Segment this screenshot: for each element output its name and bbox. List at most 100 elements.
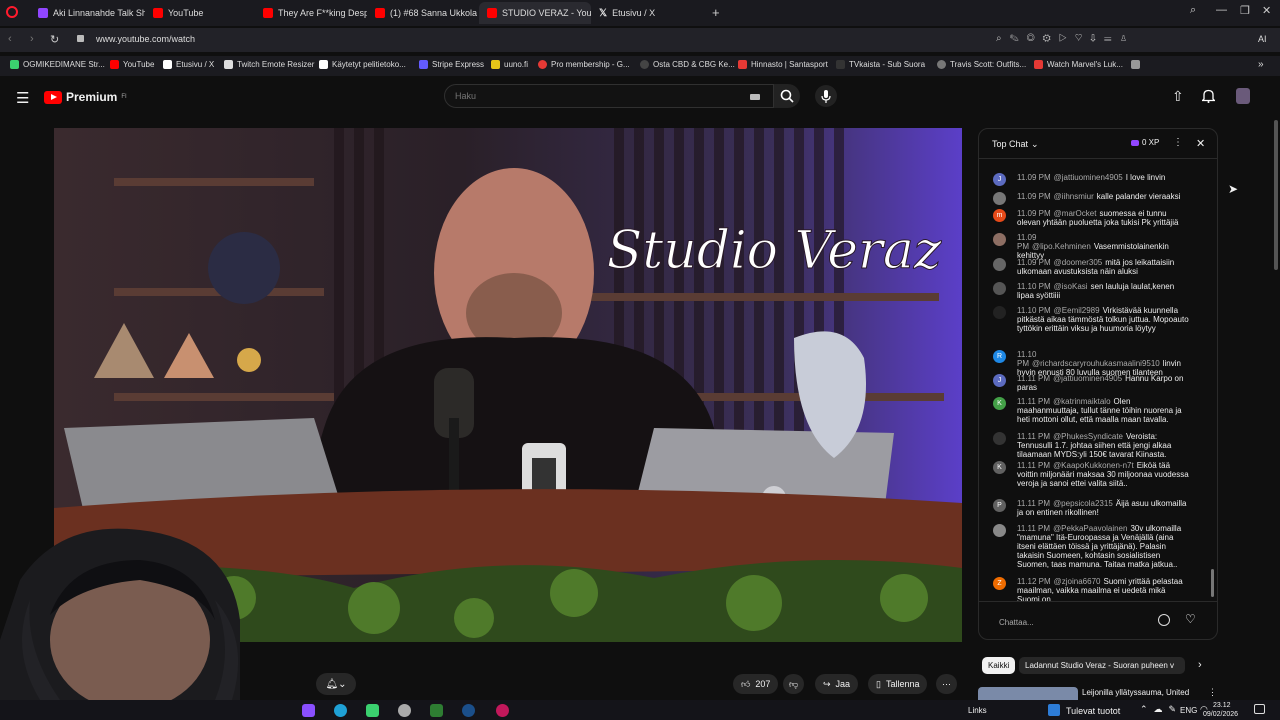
chat-author[interactable]: @katrinmaiktalo — [1053, 397, 1110, 406]
chat-author[interactable]: @richardscaryrouhukasmaalini9510 — [1032, 359, 1160, 368]
chat-avatar[interactable] — [993, 306, 1006, 319]
chat-author[interactable]: @jattiuominen4905 — [1054, 173, 1123, 182]
steam-icon[interactable] — [462, 704, 475, 717]
bookmark-item[interactable]: Stripe Express — [419, 60, 484, 69]
chevron-right-icon[interactable]: › — [1198, 659, 1202, 671]
maximize-icon[interactable]: ❐ — [1240, 4, 1250, 17]
chat-author[interactable]: @jattiuominen4905 — [1053, 374, 1122, 383]
close-window-icon[interactable]: ✕ — [1262, 4, 1271, 17]
chat-author[interactable]: @isoKasi — [1054, 282, 1088, 291]
chat-author[interactable]: @PhukesSyndicate — [1053, 432, 1123, 441]
weather-widget-icon[interactable] — [1048, 704, 1060, 716]
browser-tab[interactable]: Aki Linnanahde Talk Show — [30, 2, 145, 24]
youtube-premium-logo[interactable]: Premium FI — [44, 90, 127, 104]
clock-time[interactable]: 23.12 — [1213, 702, 1231, 709]
url-field[interactable]: www.youtube.com/watch — [96, 34, 195, 44]
chat-avatar[interactable] — [993, 282, 1006, 295]
chat-author[interactable]: @pepsicola2315 — [1053, 499, 1113, 508]
bookmarks-overflow-icon[interactable]: » — [1258, 59, 1264, 70]
recommendation-thumbnail[interactable] — [978, 687, 1078, 700]
chat-avatar[interactable]: J — [993, 374, 1006, 387]
bookmark-item[interactable]: Pro membership - G... — [538, 60, 630, 69]
heart-icon[interactable]: ♡ — [1185, 612, 1196, 626]
ai-icon[interactable]: AI — [1258, 34, 1267, 44]
save-button[interactable]: ▯ Tallenna — [868, 674, 928, 694]
chat-avatar[interactable]: m — [993, 209, 1006, 222]
chat-author[interactable]: @lipo.Kehminen — [1032, 242, 1091, 251]
keyboard-icon[interactable] — [750, 94, 760, 100]
more-options-icon[interactable]: ⋮ — [1173, 137, 1183, 148]
chat-input[interactable]: Chattaa... — [999, 618, 1034, 627]
emoji-icon[interactable] — [1158, 614, 1170, 626]
bookmark-item[interactable]: Travis Scott: Outfits... — [937, 60, 1026, 69]
dislike-button[interactable]: 👎︎ — [783, 674, 805, 694]
browser-tab[interactable]: YouTube — [145, 2, 255, 24]
recommendation-title[interactable]: Leijonilla yllätyssauma, United — [1082, 688, 1189, 697]
search-input[interactable] — [455, 91, 735, 101]
bookmark-item[interactable]: uuno.fi — [491, 60, 528, 69]
notification-bell-toggle[interactable]: 🔔︎⌄ — [316, 673, 356, 695]
chat-avatar[interactable]: P — [993, 499, 1006, 512]
chat-avatar[interactable]: J — [993, 173, 1006, 186]
edge-icon[interactable] — [334, 704, 347, 717]
menu-icon[interactable]: ☰ — [16, 89, 29, 107]
bookmark-item[interactable]: Watch Marvel's Luk... — [1131, 60, 1140, 69]
chat-author[interactable]: @PekkaPaavolainen — [1053, 524, 1127, 533]
bookmark-item[interactable]: TVkaista - Sub Suora — [836, 60, 925, 69]
chat-avatar[interactable]: Z — [993, 577, 1006, 590]
extensions-icons[interactable]: ⌕✎◎⚙▷♡⇩☰♙ — [996, 33, 1136, 44]
taskbar-app-icon[interactable] — [302, 704, 315, 717]
top-chat-dropdown[interactable]: Top Chat ⌄ — [992, 139, 1039, 150]
bookmark-item[interactable]: Osta CBD & CBG Ke... — [640, 60, 735, 69]
chat-author[interactable]: @doomer305 — [1054, 258, 1103, 267]
language-indicator[interactable]: ENG — [1180, 706, 1197, 715]
search-tabs-icon[interactable]: ⌕ — [1190, 4, 1196, 17]
chat-avatar[interactable] — [993, 233, 1006, 246]
page-scrollbar[interactable] — [1274, 120, 1278, 270]
bookmark-item[interactable]: Hinnasto | Santasport — [738, 60, 828, 69]
search-button[interactable] — [774, 84, 800, 108]
bookmark-item[interactable]: Etusivu / X — [163, 60, 214, 69]
back-icon[interactable]: ‹ — [8, 33, 12, 45]
tray-icons[interactable]: ⌃☁✎ — [1140, 704, 1182, 715]
minimize-icon[interactable]: — — [1216, 4, 1227, 16]
chat-avatar[interactable]: K — [993, 461, 1006, 474]
chat-author[interactable]: @marOcket — [1054, 209, 1097, 218]
chat-avatar[interactable] — [993, 192, 1006, 205]
bookmark-item[interactable]: OGMIKEDIMANE Str... — [10, 60, 105, 69]
chat-author[interactable]: @iihnsmiur — [1054, 192, 1094, 201]
chip-all[interactable]: Kaikki — [982, 657, 1016, 674]
links-label[interactable]: Links — [968, 706, 987, 715]
chat-avatar[interactable] — [993, 432, 1006, 445]
taskbar-app-icon[interactable] — [366, 704, 379, 717]
bookmark-item[interactable]: Twitch Emote Resizer — [224, 60, 314, 69]
chat-avatar[interactable]: R — [993, 350, 1006, 363]
chip-channel[interactable]: Ladannut Studio Veraz - Suoran puheen v — [1019, 657, 1185, 674]
voice-search-button[interactable] — [815, 85, 837, 107]
recommendation-menu-icon[interactable]: ⋮ — [1208, 687, 1217, 698]
forward-icon[interactable]: › — [30, 33, 34, 45]
chat-author[interactable]: @Eemil2989 — [1054, 306, 1100, 315]
upload-icon[interactable]: ⇧ — [1172, 88, 1184, 105]
notifications-bell-icon[interactable] — [1202, 89, 1215, 103]
bookmark-item[interactable]: YouTube — [110, 60, 154, 69]
weather-widget-label[interactable]: Tulevat tuotot — [1066, 706, 1120, 716]
like-button[interactable]: 👍︎ 207 — [733, 674, 779, 694]
chat-scrollbar[interactable] — [1211, 569, 1214, 597]
browser-tab[interactable]: 𝕏 Etusivu / X — [591, 2, 703, 24]
chat-avatar[interactable] — [993, 258, 1006, 271]
opera-taskbar-icon[interactable] — [496, 704, 509, 717]
opera-logo-icon[interactable] — [6, 6, 18, 18]
bookmark-item[interactable]: Käytetyt pelitietoko... — [319, 60, 406, 69]
chat-avatar[interactable]: K — [993, 397, 1006, 410]
browser-tab-active[interactable]: STUDIO VERAZ - YouT — [479, 2, 591, 24]
browser-tab[interactable]: They Are F**king Desperat — [255, 2, 367, 24]
xp-badge[interactable]: 0 XP — [1131, 138, 1159, 147]
share-button[interactable]: ↪ Jaa — [815, 674, 859, 694]
browser-tab[interactable]: (1) #68 Sanna Ukkola - Yo — [367, 2, 479, 24]
bookmark-item[interactable]: Watch Marvel's Luk... — [1034, 60, 1123, 69]
taskbar-play-icon[interactable] — [430, 704, 443, 717]
notifications-icon[interactable] — [1254, 704, 1265, 714]
clock-date[interactable]: 09/02/2026 — [1203, 711, 1238, 718]
reload-icon[interactable]: ↻ — [50, 33, 59, 46]
